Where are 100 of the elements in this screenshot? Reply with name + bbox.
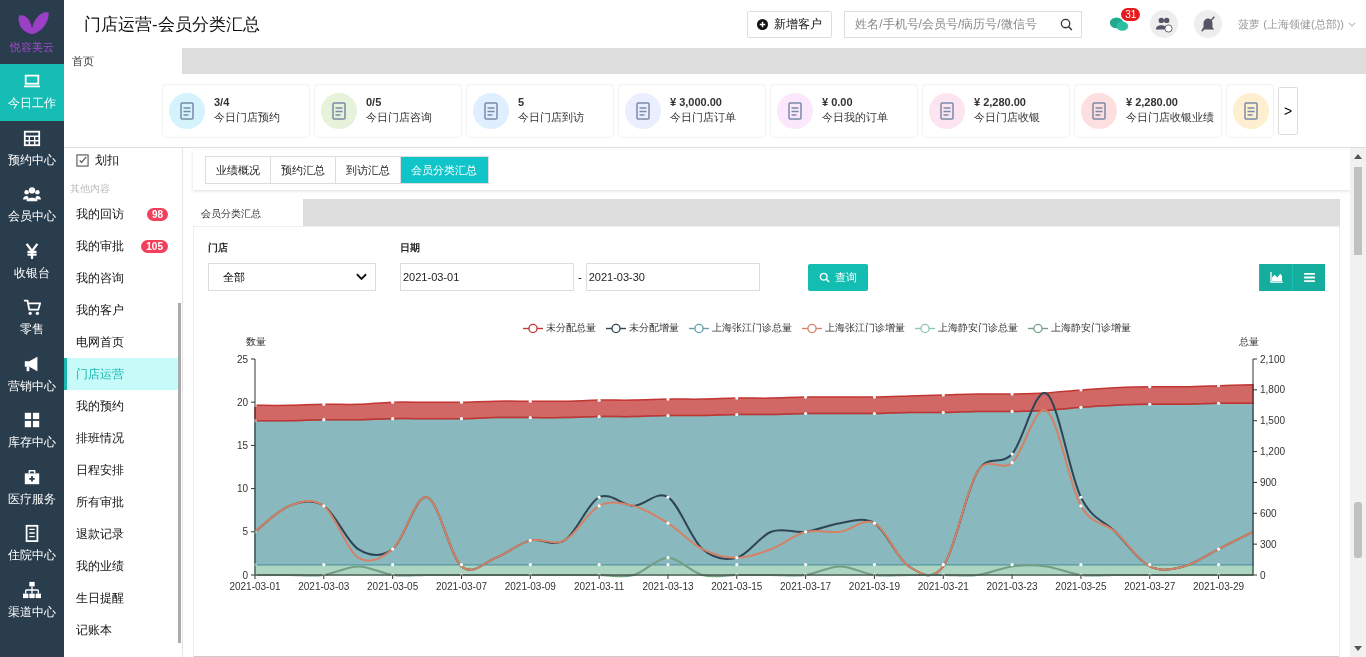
muted-bell-icon[interactable] [1194, 10, 1223, 38]
chart-view-button[interactable] [1259, 264, 1292, 291]
date-label: 日期 [400, 241, 421, 255]
scrollbar-thumb[interactable] [178, 303, 181, 643]
submenu-item[interactable]: 我的咨询 [64, 262, 178, 294]
data-point [735, 396, 739, 400]
search-field[interactable]: 姓名/手机号/会员号/病历号/微信号 [844, 10, 1083, 38]
submenu-item[interactable]: 日程安排 [64, 454, 178, 486]
data-point [459, 573, 464, 577]
stat-value: ¥ 2,280.00 [974, 96, 1027, 108]
nav-item[interactable]: 住院中心 [0, 516, 64, 573]
down-arrow-icon [1354, 646, 1362, 651]
y2-tick-label: 1,200 [1260, 446, 1286, 458]
grid-icon [23, 411, 41, 430]
data-point [1217, 573, 1221, 577]
submenu-item[interactable]: 记账本 [64, 614, 178, 646]
nav-item[interactable]: 营销中心 [0, 346, 64, 403]
nav-item[interactable]: 预约中心 [0, 120, 64, 177]
data-point [872, 411, 877, 416]
data-point [804, 411, 808, 416]
submenu-item[interactable]: 我的预约 [64, 390, 178, 422]
page-tab[interactable]: 首页 [64, 48, 182, 74]
legend-label: 未分配总量 [545, 321, 596, 335]
count-badge: 105 [141, 239, 168, 253]
data-point [459, 417, 464, 421]
data-point [1079, 563, 1083, 567]
submenu-label: 电网首页 [76, 333, 124, 351]
submenu-item[interactable]: 我的审批 105 [64, 230, 178, 262]
y2-tick-label: 600 [1260, 507, 1278, 519]
submenu-item[interactable]: 所有审批 [64, 486, 178, 518]
nav-item[interactable]: 医疗服务 [0, 459, 64, 516]
data-point [872, 521, 877, 525]
scrollbar-thumb[interactable] [1354, 502, 1362, 558]
cart-icon [23, 298, 41, 317]
team-clock-icon[interactable] [1150, 10, 1179, 38]
submenu-heading: 其他内容 [69, 182, 111, 196]
submenu-item[interactable]: 我的回访 98 [64, 198, 178, 230]
y2-tick-label: 0 [1260, 569, 1266, 581]
yen-icon [23, 241, 41, 260]
end-date-field[interactable]: 2021-03-30 [585, 263, 760, 291]
x-tick-label: 2021-03-27 [1124, 581, 1176, 592]
data-point [391, 563, 395, 567]
data-point [666, 413, 670, 418]
nav-item[interactable]: 渠道中心 [0, 572, 64, 629]
logo-text: 悦容美云 [10, 39, 54, 55]
stat-label: 今日门店预约 [214, 110, 280, 125]
scrollbar-thumb[interactable] [1354, 167, 1362, 255]
submenu-item[interactable]: 退款记录 [64, 518, 178, 550]
data-point [1217, 563, 1221, 567]
store-select[interactable]: 全部 [208, 263, 376, 291]
nav-item[interactable]: 会员中心 [0, 177, 64, 234]
data-point [322, 418, 326, 422]
data-point [804, 530, 808, 534]
calendar-icon [23, 128, 41, 147]
data-point [528, 416, 532, 420]
data-point [253, 403, 257, 407]
page-title: 门店运营-会员分类汇总 [84, 13, 260, 36]
data-point [735, 556, 739, 560]
section-tab[interactable]: 会员分类汇总 [193, 199, 303, 226]
data-point [666, 563, 670, 567]
submenu-item[interactable]: 生日提醒 [64, 582, 178, 614]
data-point [1148, 563, 1152, 567]
report-tab[interactable]: 业绩概况 [206, 157, 271, 183]
data-point [597, 563, 601, 567]
submenu-item[interactable]: 排班情况 [64, 422, 178, 454]
legend-label: 上海张江门诊增量 [824, 321, 905, 335]
report-tab[interactable]: 预约汇总 [271, 157, 336, 183]
y2-axis-title: 总量 [1239, 336, 1259, 347]
x-tick-label: 2021-03-07 [435, 581, 488, 592]
data-point [872, 563, 877, 567]
nav-item[interactable]: 零售 [0, 290, 64, 347]
y-axis-title: 数量 [246, 336, 266, 347]
data-point [804, 563, 808, 567]
list-view-button[interactable] [1292, 264, 1325, 291]
data-point [804, 395, 808, 399]
data-point [1079, 405, 1083, 409]
data-point [322, 573, 326, 577]
y2-tick-label: 900 [1260, 476, 1278, 488]
submenu-label: 生日提醒 [76, 589, 124, 607]
x-tick-label: 2021-03-15 [711, 581, 763, 592]
submenu-label: 排班情况 [76, 429, 124, 447]
search-icon [1060, 17, 1074, 31]
next-button[interactable]: > [1278, 86, 1298, 135]
data-point [735, 412, 739, 417]
submenu-item[interactable]: 电网首页 [64, 326, 178, 358]
add-customer-button[interactable]: 新增客户 [747, 10, 833, 38]
submenu-item[interactable]: 划扣 [64, 148, 178, 172]
medical-kit-icon [23, 467, 41, 486]
nav-item[interactable]: 收银台 [0, 233, 64, 290]
x-tick-label: 2021-03-21 [917, 581, 970, 592]
vertical-scrollbar[interactable] [1350, 148, 1366, 657]
x-tick-label: 2021-03-25 [1055, 581, 1107, 592]
start-date-field[interactable]: 2021-03-01 [400, 263, 574, 291]
x-tick-label: 2021-03-23 [986, 581, 1039, 592]
x-tick-label: 2021-03-09 [504, 581, 557, 592]
nav-item[interactable]: 库存中心 [0, 403, 64, 460]
submenu-item[interactable]: 我的客户 [64, 294, 178, 326]
submenu-item[interactable]: 我的业绩 [64, 550, 178, 582]
stat-value: 5 [518, 96, 526, 108]
data-point [1010, 392, 1014, 396]
